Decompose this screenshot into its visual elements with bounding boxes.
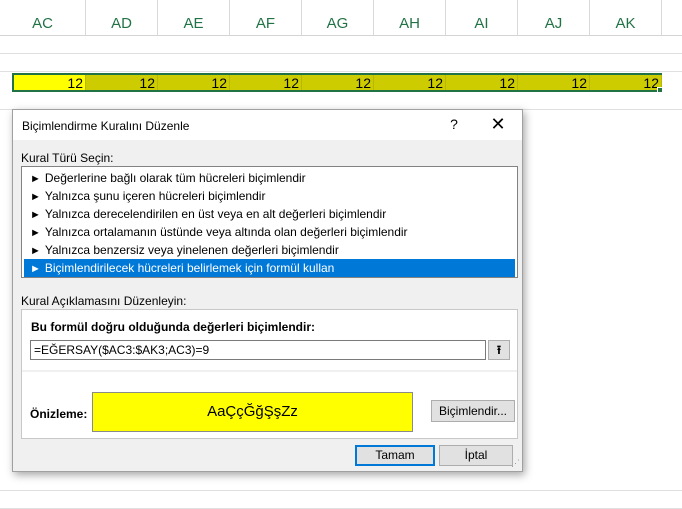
edit-formatting-rule-dialog: Biçimlendirme Kuralını Düzenle ? ✕ Kural… (12, 109, 523, 472)
rule-description-box: Bu formül doğru olduğunda değerleri biçi… (21, 309, 518, 439)
column-header-ai[interactable]: AI (446, 0, 518, 36)
rule-type-label: Biçimlendirilecek hücreleri belirlemek i… (44, 261, 335, 275)
column-header-ah[interactable]: AH (374, 0, 446, 36)
column-header-ag[interactable]: AG (302, 0, 374, 36)
data-cell[interactable]: 12 (86, 75, 158, 91)
rule-type-item[interactable]: ► Yalnızca benzersiz veya yinelenen değer… (24, 241, 515, 259)
rule-type-label: Kural Türü Seçin: (21, 151, 114, 165)
ok-button[interactable]: Tamam (355, 445, 435, 466)
collapse-dialog-icon[interactable]: ⭱ (488, 340, 510, 360)
data-cell[interactable]: 12 (302, 75, 374, 91)
help-button[interactable]: ? (446, 116, 462, 132)
close-icon[interactable]: ✕ (488, 114, 508, 135)
rule-type-label: Yalnızca benzersiz veya yinelenen değerl… (44, 243, 339, 257)
dialog-title-bar[interactable]: Biçimlendirme Kuralını Düzenle ? ✕ (13, 110, 522, 140)
formula-section: Bu formül doğru olduğunda değerleri biçi… (22, 310, 517, 370)
data-cell[interactable]: 12 (446, 75, 518, 91)
rule-type-label: Değerlerine bağlı olarak tüm hücreleri b… (44, 171, 306, 185)
column-header-row: AC AD AE AF AG AH AI AJ AK (0, 0, 682, 36)
column-header-af[interactable]: AF (230, 0, 302, 36)
arrow-right-icon: ► (30, 227, 41, 239)
rule-type-item[interactable]: ► Yalnızca derecelendirilen en üst veya e… (24, 205, 515, 223)
data-cell[interactable]: 12 (158, 75, 230, 91)
arrow-right-icon: ► (30, 245, 41, 257)
column-header-ae[interactable]: AE (158, 0, 230, 36)
grid-row (0, 92, 682, 110)
grid-row (0, 473, 682, 491)
rule-description-label: Kural Açıklamasını Düzenleyin: (21, 294, 187, 308)
data-cell[interactable]: 12 (590, 75, 662, 91)
grid-row (0, 54, 682, 72)
selected-data-row[interactable]: 12 12 12 12 12 12 12 12 12 (12, 73, 662, 92)
arrow-right-icon: ► (30, 263, 41, 275)
format-button[interactable]: Biçimlendir... (431, 400, 515, 422)
column-header-ad[interactable]: AD (86, 0, 158, 36)
dialog-title: Biçimlendirme Kuralını Düzenle (22, 119, 190, 133)
column-header-aj[interactable]: AJ (518, 0, 590, 36)
data-cell[interactable]: 12 (374, 75, 446, 91)
rule-type-item[interactable]: ► Biçimlendirilecek hücreleri belirlemek … (24, 259, 515, 277)
rule-type-label: Yalnızca şunu içeren hücreleri biçimlend… (44, 189, 266, 203)
resize-grip-icon[interactable]: ⋰ (511, 458, 520, 469)
rule-type-item[interactable]: ► Yalnızca ortalamanın üstünde veya altın… (24, 223, 515, 241)
grid-row (0, 36, 682, 54)
rule-type-label: Yalnızca derecelendirilen en üst veya en… (44, 207, 387, 221)
rule-type-list[interactable]: ► Değerlerine bağlı olarak tüm hücreleri … (21, 166, 518, 278)
data-cell[interactable]: 12 (230, 75, 302, 91)
formula-label: Bu formül doğru olduğunda değerleri biçi… (31, 320, 316, 334)
rule-type-item[interactable]: ► Değerlerine bağlı olarak tüm hücreleri … (24, 169, 515, 187)
arrow-right-icon: ► (30, 191, 41, 203)
rule-type-item[interactable]: ► Yalnızca şunu içeren hücreleri biçimlen… (24, 187, 515, 205)
arrow-right-icon: ► (30, 209, 41, 221)
preview-label: Önizleme: (30, 407, 88, 421)
formula-input[interactable]: =EĞERSAY($AC3:$AK3;AC3)=9 (30, 340, 486, 360)
format-preview: AaÇçĞğŞşZz (92, 392, 413, 432)
grid-row (0, 491, 682, 509)
rule-type-label: Yalnızca ortalamanın üstünde veya altınd… (44, 225, 408, 239)
arrow-right-icon: ► (30, 173, 41, 185)
data-cell[interactable]: 12 (518, 75, 590, 91)
column-header-ac[interactable]: AC (0, 0, 86, 36)
data-cell[interactable]: 12 (14, 75, 86, 91)
cancel-button[interactable]: İptal (439, 445, 513, 466)
column-header-ak[interactable]: AK (590, 0, 662, 36)
